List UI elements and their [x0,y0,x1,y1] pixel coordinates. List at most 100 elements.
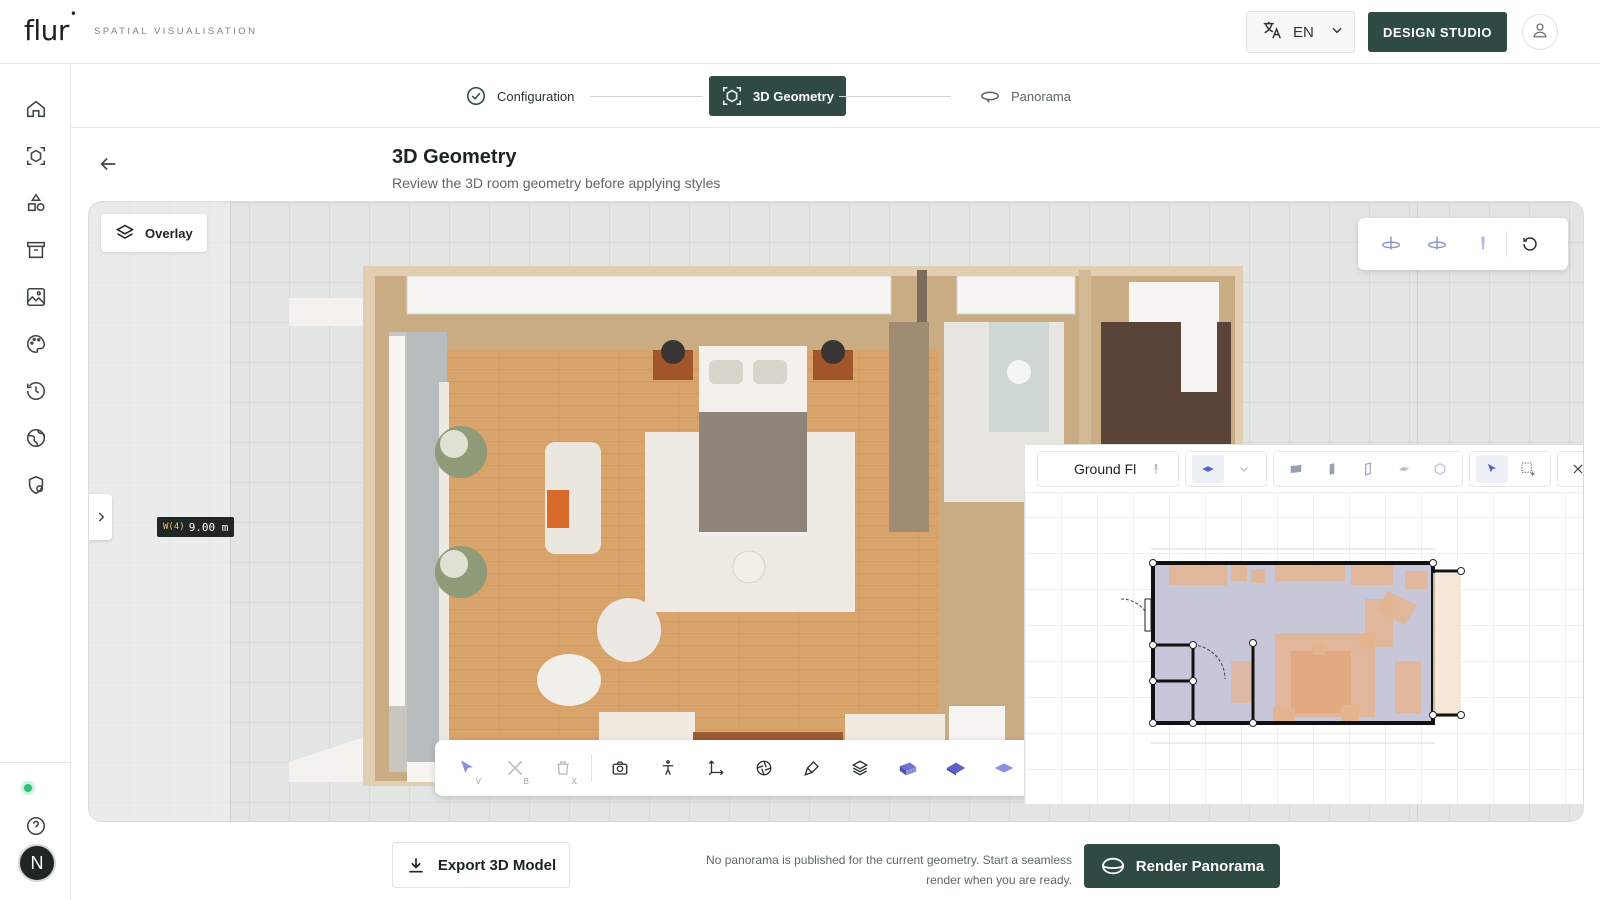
rotate-left-button[interactable] [1368,224,1414,264]
floor-view-1-button[interactable] [884,746,932,790]
shortcut-key: B [523,777,529,786]
layers-icon [851,760,869,776]
wall-measurement-label: W(4) 9.00 m [157,517,235,537]
floor-view-1-icon [899,762,917,776]
floor-view-2-icon [946,762,966,776]
reset-icon [1523,237,1537,251]
shortcut-key: X [571,777,577,786]
user-icon [1531,21,1549,44]
step-panorama[interactable]: Panorama [979,76,1071,116]
step-3d-geometry[interactable]: 3D Geometry [709,76,846,116]
sidebar-item-settings[interactable] [23,472,49,498]
tilt-icon [1481,236,1485,250]
floor-plan-drawing[interactable] [1025,493,1584,805]
sidebar: N [0,64,71,900]
close-icon[interactable] [1562,455,1583,483]
wall-tool-button[interactable]: B [491,746,539,790]
tilt-button[interactable] [1460,224,1506,264]
axis-icon [708,760,724,776]
floor-view-3-button[interactable] [980,746,1028,790]
user-button[interactable] [1522,14,1558,50]
floor-view-2-button[interactable] [932,746,980,790]
camera-icon [612,761,628,775]
sidebar-item-shapes[interactable] [23,190,49,216]
aperture-tool-button[interactable] [740,746,788,790]
sidebar-item-archive[interactable] [23,237,49,263]
sidebar-item-gallery[interactable] [23,284,49,310]
step-label: Panorama [1011,88,1071,104]
globe-icon [26,428,46,448]
wall-icon[interactable] [1316,455,1348,483]
select-tool-button[interactable]: V [443,746,491,790]
floor-selector[interactable]: Ground Floor [1037,450,1179,487]
language-selector[interactable]: EN [1246,11,1355,53]
brand-logo[interactable]: flur• [24,7,77,47]
axis-tool-button[interactable] [692,746,740,790]
panorama-icon [1101,857,1124,875]
delete-tool-button[interactable]: X [539,746,587,790]
door-icon[interactable] [1280,455,1312,483]
object-icon[interactable] [1424,455,1456,483]
sidebar-divider [0,762,71,763]
measure-key: W(4) [163,522,185,532]
sidebar-item-home[interactable] [23,96,49,122]
download-icon [409,858,423,873]
camera-tool-button[interactable] [596,746,644,790]
sidebar-item-geometry[interactable] [23,143,49,169]
element-tools [1273,450,1463,487]
close-plan-button[interactable] [1557,450,1583,487]
marquee-icon[interactable] [1512,455,1544,483]
window-icon[interactable] [1352,455,1384,483]
brand-tagline: SPATIAL VISUALISATION [94,26,258,37]
export-3d-model-button[interactable]: Export 3D Model [392,842,570,888]
status-indicator [21,781,35,795]
floor-view-3-icon [994,763,1014,773]
slab-icon[interactable] [1388,455,1420,483]
back-button[interactable] [96,152,120,176]
floor-icon[interactable] [1192,454,1224,483]
select-icon[interactable] [1476,454,1508,483]
chevron-right-icon [98,512,104,522]
overlay-button[interactable]: Overlay [101,214,207,252]
3d-viewport[interactable]: Overlay W(4) 9.00 m V B X Ground Fl [88,201,1584,822]
page-subtitle: Review the 3D room geometry before apply… [392,175,721,191]
floor-mode-selector[interactable] [1185,450,1267,487]
camera-controls [1358,218,1568,270]
home-icon [26,100,46,118]
notice-line: No panorama is published for the current… [706,853,1072,867]
rotate-left-icon [1382,236,1400,250]
layers-tool-button[interactable] [836,746,884,790]
reset-view-button[interactable] [1507,224,1553,264]
export-label: Export 3D Model [437,856,557,874]
expand-panel-button[interactable] [89,494,112,540]
rotate-right-button[interactable] [1414,224,1460,264]
cube-icon [722,86,742,106]
shapes-icon [27,193,45,212]
selection-tools [1469,450,1551,487]
floor-plan-panel[interactable]: Ground Floor [1024,444,1584,805]
overlay-label: Overlay [145,225,193,241]
chevron-down-icon [1330,23,1344,41]
avatar[interactable]: N [18,844,56,882]
archive-icon [26,241,46,259]
step-configuration[interactable]: Configuration [465,76,574,116]
image-edit-icon [26,287,46,307]
panorama-notice: No panorama is published for the current… [660,850,1072,890]
floor-plan-toolbar: Ground Floor [1025,445,1583,493]
history-icon [26,381,45,400]
language-label: EN [1293,23,1314,41]
step-label: Configuration [497,88,575,104]
person-tool-button[interactable] [644,746,692,790]
select-arrow-icon [461,760,473,773]
help-button[interactable] [23,813,49,839]
render-panorama-button[interactable]: Render Panorama [1084,844,1280,888]
chevron-down-icon[interactable] [1228,455,1260,483]
aperture-icon [756,760,772,776]
sidebar-item-globe[interactable] [23,425,49,451]
design-studio-button[interactable]: DESIGN STUDIO [1368,12,1507,52]
brush-tool-button[interactable] [788,746,836,790]
check-circle-icon [466,86,486,106]
sidebar-item-history[interactable] [23,378,49,404]
pin-icon[interactable] [1140,455,1172,483]
sidebar-item-palette[interactable] [23,331,49,357]
